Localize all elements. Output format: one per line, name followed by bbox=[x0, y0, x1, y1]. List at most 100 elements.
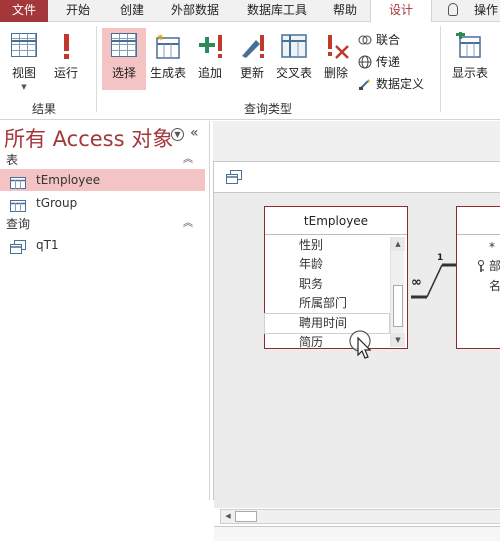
query-design-area: tEmployee 性别 年龄 职务 所属部门 聘用时间 简历 ▲ ▼ * 部 … bbox=[213, 121, 500, 541]
view-icon bbox=[10, 32, 38, 58]
nav-pane-title[interactable]: 所有 Access 对象 bbox=[4, 123, 173, 153]
field-list-temployee[interactable]: tEmployee 性别 年龄 职务 所属部门 聘用时间 简历 ▲ ▼ bbox=[264, 206, 408, 349]
field-item[interactable]: 性别 bbox=[265, 236, 389, 255]
field-item-primary-key[interactable]: 部 bbox=[457, 257, 500, 276]
pass-through-button[interactable]: 传递 bbox=[358, 53, 400, 71]
pass-through-label: 传递 bbox=[376, 55, 401, 69]
crosstab-label: 交叉表 bbox=[275, 66, 312, 80]
field-item[interactable]: 年龄 bbox=[265, 255, 389, 274]
globe-icon bbox=[358, 55, 372, 69]
show-table-label: 显示表 bbox=[451, 66, 488, 80]
delete-label: 删除 bbox=[323, 66, 348, 80]
scroll-thumb[interactable] bbox=[393, 285, 403, 327]
tab-help[interactable]: 帮助 bbox=[322, 0, 368, 22]
hand-pointer-cursor-icon bbox=[349, 329, 373, 362]
nav-item-tgroup[interactable]: tGroup bbox=[0, 192, 205, 214]
tell-me-box[interactable]: 操作 bbox=[434, 0, 500, 22]
tab-file[interactable]: 文件 bbox=[0, 0, 48, 22]
view-label: 视图 bbox=[11, 66, 36, 80]
query-type-group-label: 查询类型 bbox=[244, 102, 293, 116]
tab-home[interactable]: 开始 bbox=[50, 0, 106, 22]
field-item[interactable]: 职务 bbox=[265, 275, 389, 294]
chevron-up-icon: ︽ bbox=[183, 218, 193, 229]
append-label: 追加 bbox=[197, 66, 222, 80]
append-icon bbox=[196, 32, 224, 58]
query-icon bbox=[10, 239, 26, 254]
table-icon bbox=[10, 197, 26, 212]
update-button[interactable]: 更新 bbox=[230, 28, 274, 90]
nav-menu-chevron-icon[interactable]: ▼ bbox=[171, 128, 184, 141]
union-label: 联合 bbox=[376, 33, 401, 47]
field-list-title[interactable] bbox=[457, 207, 500, 235]
union-button[interactable]: 联合 bbox=[358, 31, 400, 49]
ribbon-tab-bar: 文件 开始 创建 外部数据 数据库工具 帮助 设计 操作 bbox=[0, 0, 500, 23]
canvas-horizontal-scrollbar[interactable]: ◀ bbox=[220, 509, 500, 524]
select-label: 选择 bbox=[111, 66, 136, 80]
relationship-one-label: 1 bbox=[437, 253, 444, 263]
show-table-icon bbox=[456, 30, 484, 58]
tab-create[interactable]: 创建 bbox=[108, 0, 156, 22]
append-button[interactable]: 追加 bbox=[188, 28, 232, 90]
crosstab-button[interactable]: 交叉表 bbox=[272, 28, 316, 90]
navigation-pane: 所有 Access 对象 ▼ « 表 ︽ tEmployee tGroup 查询… bbox=[0, 121, 210, 500]
relationship-many-label: ∞ bbox=[411, 275, 422, 290]
table-icon bbox=[10, 174, 26, 189]
query-canvas[interactable]: tEmployee 性别 年龄 职务 所属部门 聘用时间 简历 ▲ ▼ * 部 … bbox=[214, 192, 500, 508]
tab-design[interactable]: 设计 bbox=[370, 0, 432, 23]
update-label: 更新 bbox=[239, 66, 264, 80]
group-divider bbox=[96, 26, 97, 112]
nav-item-label: tEmployee bbox=[36, 173, 101, 187]
delete-button[interactable]: 删除 bbox=[314, 28, 358, 90]
nav-item-qt1[interactable]: qT1 bbox=[0, 234, 205, 256]
ribbon: 视图 ▼ 运行 结果 选择 ✷ 生成表 追加 更新 交叉表 删除 联合 传递 数… bbox=[0, 22, 500, 120]
make-table-icon: ✷ bbox=[154, 32, 182, 59]
run-button[interactable]: 运行 bbox=[44, 28, 88, 90]
select-query-button[interactable]: 选择 bbox=[102, 28, 146, 90]
nav-section-label: 表 bbox=[6, 153, 19, 167]
scroll-down-icon[interactable]: ▼ bbox=[391, 333, 405, 347]
collapse-pane-icon[interactable]: « bbox=[190, 125, 199, 141]
field-item[interactable]: * bbox=[457, 238, 500, 257]
nav-item-label: qT1 bbox=[36, 238, 59, 252]
nav-item-label: tGroup bbox=[36, 196, 78, 210]
select-query-icon bbox=[110, 32, 138, 58]
query-icon bbox=[226, 170, 242, 187]
field-list-title[interactable]: tEmployee bbox=[265, 207, 407, 235]
crosstab-icon bbox=[280, 32, 308, 58]
field-list-scrollbar[interactable]: ▲ ▼ bbox=[390, 237, 405, 347]
chevron-up-icon: ︽ bbox=[183, 154, 193, 165]
nav-section-label: 查询 bbox=[6, 217, 31, 231]
run-icon bbox=[52, 32, 80, 59]
make-table-label: 生成表 bbox=[149, 66, 186, 80]
nav-section-tables[interactable]: 表 ︽ bbox=[0, 151, 205, 169]
field-item[interactable]: 所属部门 bbox=[265, 294, 389, 313]
data-definition-label: 数据定义 bbox=[376, 77, 425, 91]
run-label: 运行 bbox=[53, 66, 78, 80]
lightbulb-icon bbox=[448, 3, 458, 16]
field-list-second-table[interactable]: * 部 名 bbox=[456, 206, 500, 349]
results-group-label: 结果 bbox=[32, 102, 57, 116]
data-definition-icon bbox=[358, 77, 372, 91]
update-icon bbox=[238, 32, 266, 58]
group-divider bbox=[440, 26, 441, 112]
field-item[interactable]: 名 bbox=[457, 277, 500, 296]
scroll-up-icon[interactable]: ▲ bbox=[391, 237, 405, 251]
svg-text:✷: ✷ bbox=[156, 33, 164, 44]
design-grid-strip bbox=[214, 526, 500, 541]
chevron-down-icon: ▼ bbox=[21, 83, 27, 91]
tab-database-tools[interactable]: 数据库工具 bbox=[234, 0, 320, 22]
nav-item-temployee[interactable]: tEmployee bbox=[0, 169, 205, 191]
query-document-window: tEmployee 性别 年龄 职务 所属部门 聘用时间 简历 ▲ ▼ * 部 … bbox=[213, 161, 500, 541]
nav-section-queries[interactable]: 查询 ︽ bbox=[0, 215, 205, 233]
scroll-thumb[interactable] bbox=[235, 511, 257, 522]
delete-icon bbox=[322, 32, 350, 59]
tab-external-data[interactable]: 外部数据 bbox=[158, 0, 232, 22]
make-table-button[interactable]: ✷ 生成表 bbox=[146, 28, 190, 90]
show-table-button[interactable]: 显示表 bbox=[446, 28, 494, 90]
tell-me-label: 操作 bbox=[474, 3, 499, 17]
view-button[interactable]: 视图 ▼ bbox=[2, 28, 46, 91]
data-definition-button[interactable]: 数据定义 bbox=[358, 75, 424, 93]
field-item-label: 部 bbox=[489, 259, 500, 274]
scroll-left-icon[interactable]: ◀ bbox=[221, 510, 235, 523]
union-icon bbox=[358, 33, 372, 47]
